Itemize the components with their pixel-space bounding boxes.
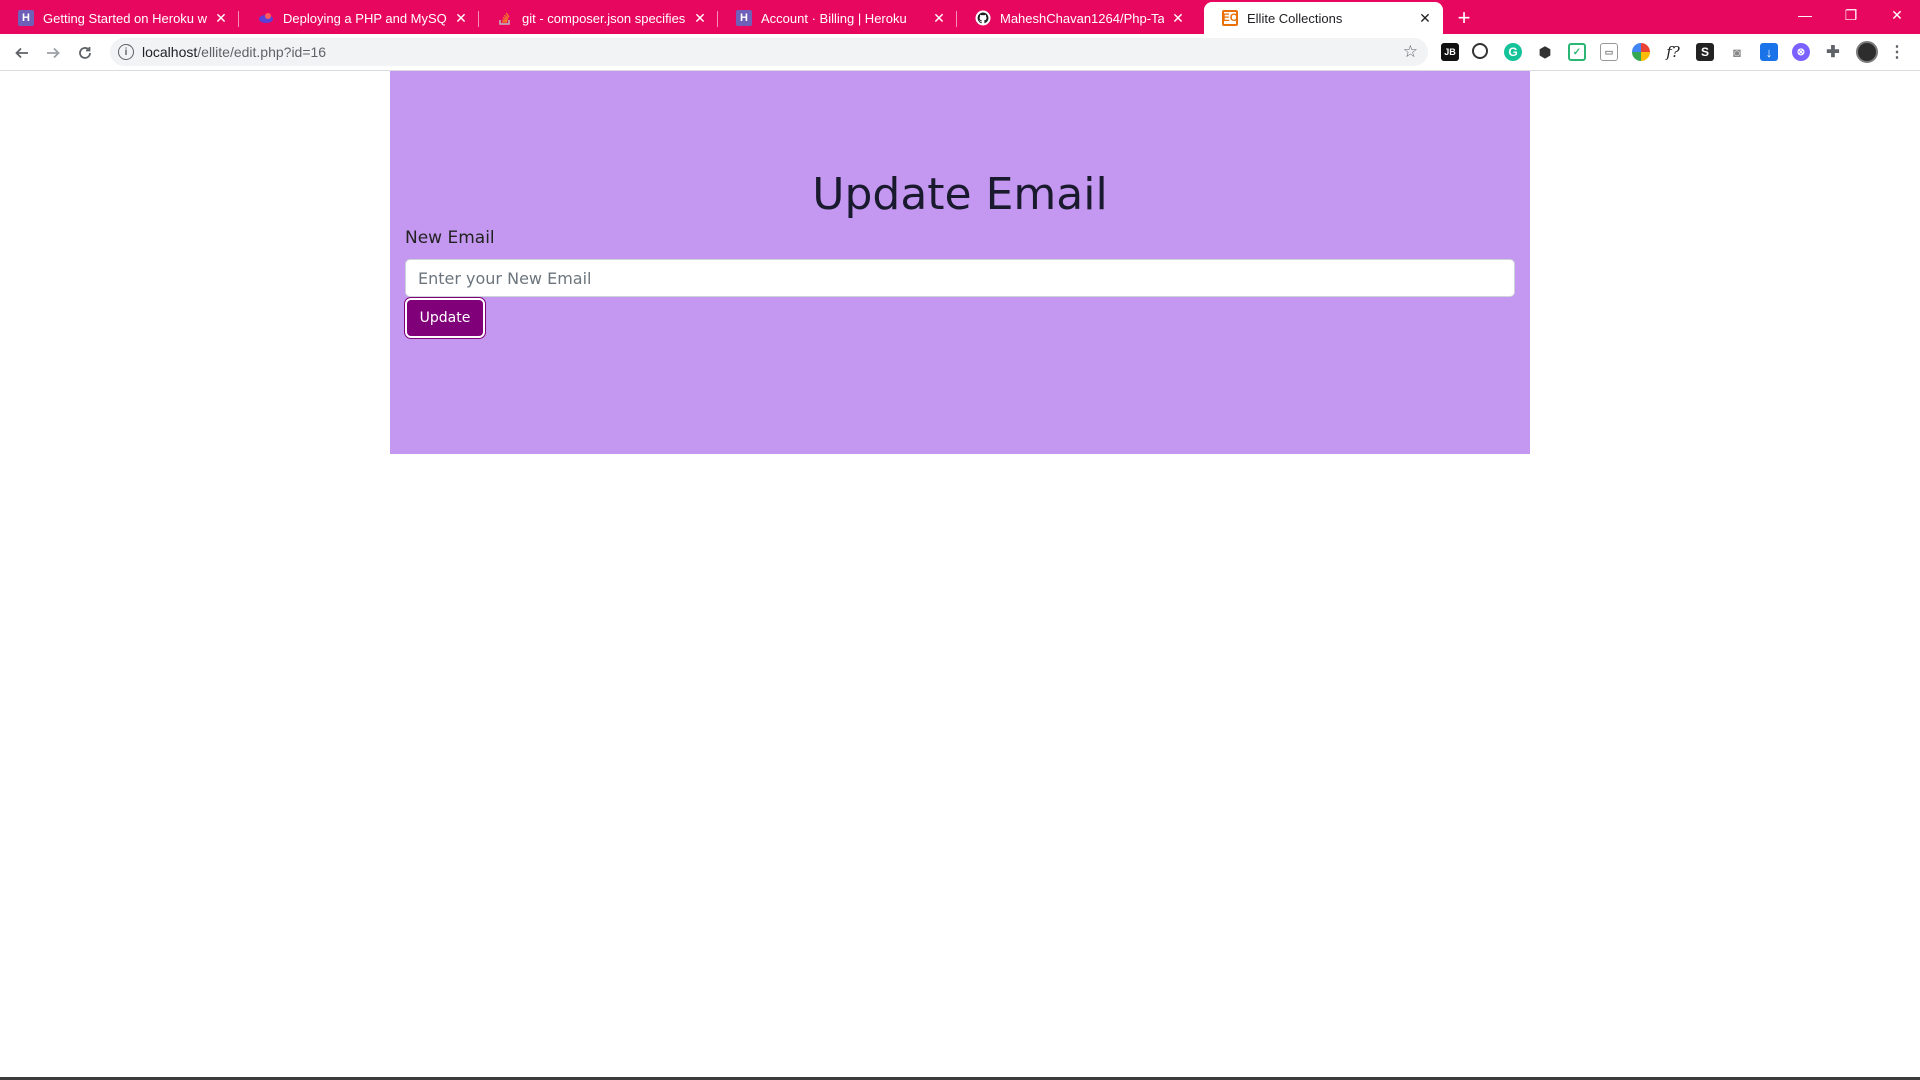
- github-icon: [975, 10, 991, 26]
- close-icon[interactable]: ✕: [453, 10, 469, 26]
- forward-button[interactable]: [39, 39, 67, 67]
- ellite-icon: EC: [1222, 10, 1238, 26]
- grammarly-icon[interactable]: G: [1504, 43, 1522, 61]
- page-content: Update Email New Email Update: [0, 71, 1920, 1080]
- tab-title: Account · Billing | Heroku: [761, 10, 907, 26]
- bookmark-star-icon[interactable]: ☆: [1403, 42, 1418, 62]
- window-extension-icon[interactable]: ▭: [1600, 43, 1618, 61]
- tab-deploying-php[interactable]: Deploying a PHP and MySQL We ✕: [240, 2, 479, 34]
- jetbrains-extension-icon[interactable]: JB: [1441, 43, 1459, 61]
- tab-ellite-collections[interactable]: EC Ellite Collections ✕: [1204, 2, 1443, 34]
- address-bar[interactable]: i localhost/ellite/edit.php?id=16 ☆: [110, 38, 1428, 66]
- new-tab-button[interactable]: +: [1452, 5, 1476, 30]
- tab-separator: [238, 11, 239, 27]
- tab-title: Ellite Collections: [1247, 10, 1343, 26]
- puzzle-icon[interactable]: ✚: [1824, 43, 1842, 61]
- heroku-icon: H: [18, 10, 34, 26]
- notes-extension-icon[interactable]: ✓: [1568, 43, 1586, 61]
- close-icon[interactable]: ✕: [692, 10, 708, 26]
- heroku-icon: H: [736, 10, 752, 26]
- tab-strip: H Getting Started on Heroku with P ✕ Dep…: [0, 0, 1920, 34]
- s-extension-icon[interactable]: S: [1696, 43, 1714, 61]
- tab-title: git - composer.json specifies dep: [522, 10, 686, 26]
- window-close-button[interactable]: ✕: [1874, 0, 1920, 30]
- purple-extension-icon[interactable]: ⊗: [1792, 43, 1810, 61]
- close-icon[interactable]: ✕: [213, 10, 229, 26]
- tab-title: MaheshChavan1264/Php-Task: [1000, 10, 1164, 26]
- tab-title: Deploying a PHP and MySQL We: [283, 10, 447, 26]
- extension-icon[interactable]: [1472, 43, 1488, 59]
- cube-extension-icon[interactable]: ⬢: [1536, 43, 1554, 61]
- url-path: /ellite/edit.php?id=16: [197, 44, 327, 60]
- download-extension-icon[interactable]: ↓: [1760, 43, 1778, 61]
- back-button[interactable]: [8, 39, 36, 67]
- forward-arrow-icon: [47, 47, 60, 59]
- url-text: localhost/ellite/edit.php?id=16: [142, 44, 326, 60]
- site-info-icon[interactable]: i: [118, 44, 134, 60]
- menu-icon[interactable]: ⋮: [1888, 43, 1906, 61]
- close-icon[interactable]: ✕: [1417, 10, 1433, 26]
- tab-heroku-billing[interactable]: H Account · Billing | Heroku ✕: [718, 2, 957, 34]
- close-icon[interactable]: ✕: [931, 10, 947, 26]
- restore-button[interactable]: ❐: [1828, 0, 1874, 30]
- color-picker-icon[interactable]: [1632, 43, 1650, 61]
- new-email-label: New Email: [405, 228, 495, 248]
- tab-github-repo[interactable]: MaheshChavan1264/Php-Task ✕: [957, 2, 1196, 34]
- update-email-panel: Update Email New Email Update: [390, 71, 1530, 454]
- reload-button[interactable]: [71, 39, 99, 67]
- stackoverflow-icon: [497, 10, 513, 26]
- minimize-button[interactable]: —: [1782, 0, 1828, 30]
- new-email-input[interactable]: [405, 259, 1515, 297]
- browser-toolbar: i localhost/ellite/edit.php?id=16 ☆ JB G…: [0, 34, 1920, 71]
- fonts-extension-icon[interactable]: f?: [1664, 43, 1682, 61]
- page-title: Update Email: [812, 169, 1108, 220]
- back-arrow-icon: [15, 47, 28, 59]
- deploy-icon: [258, 10, 274, 26]
- url-host: localhost: [142, 44, 198, 60]
- tab-heroku-getting-started[interactable]: H Getting Started on Heroku with P ✕: [0, 2, 239, 34]
- reload-icon: [79, 47, 91, 59]
- tab-title: Getting Started on Heroku with P: [43, 10, 207, 26]
- tab-git-composer[interactable]: git - composer.json specifies dep ✕: [479, 2, 718, 34]
- update-button[interactable]: Update: [405, 298, 485, 338]
- close-icon[interactable]: ✕: [1170, 10, 1186, 26]
- camera-icon[interactable]: ◙: [1728, 43, 1746, 61]
- avatar[interactable]: [1856, 41, 1878, 63]
